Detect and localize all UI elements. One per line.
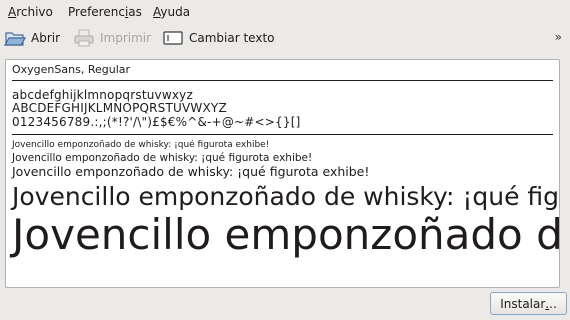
font-preview-panel[interactable]: OxygenSans, Regular abcdefghijklmnopqrst… bbox=[5, 59, 560, 288]
menu-archivo[interactable]: Archivo bbox=[8, 5, 53, 19]
toolbar: Abrir Imprimir Cambiar texto » bbox=[0, 24, 570, 52]
open-button[interactable]: Abrir bbox=[3, 26, 61, 50]
printer-icon bbox=[73, 28, 95, 48]
print-button-label: Imprimir bbox=[100, 31, 152, 45]
menu-archivo-label: rchivo bbox=[16, 5, 53, 19]
install-button-label-end: .. bbox=[549, 296, 557, 311]
text-field-icon bbox=[162, 28, 184, 48]
folder-open-icon bbox=[3, 28, 27, 48]
font-name: OxygenSans, Regular bbox=[12, 63, 131, 76]
divider-top bbox=[12, 80, 553, 81]
open-button-label: Abrir bbox=[31, 31, 61, 45]
menu-bar: Archivo Preferencias Ayuda bbox=[0, 0, 570, 24]
sample-text-size-1: Jovencillo emponzoñado de whisky: ¡qué f… bbox=[12, 140, 270, 150]
menu-preferencias[interactable]: Preferencias bbox=[68, 5, 142, 19]
change-text-button-label: Cambiar texto bbox=[189, 31, 275, 45]
menu-preferencias-label-end: as bbox=[128, 5, 142, 19]
charset-digits-symbols: 0123456789.:,;(*!?'/\")£$€%^&-+@~#<>{}[] bbox=[12, 115, 301, 129]
menu-ayuda-label: yuda bbox=[160, 5, 191, 19]
print-button[interactable]: Imprimir bbox=[73, 26, 151, 50]
sample-text-size-5: Jovencillo emponzoñado de whisky: ¡qué f… bbox=[12, 210, 559, 259]
sample-text-size-4: Jovencillo emponzoñado de whisky: ¡qué f… bbox=[12, 182, 560, 211]
menu-archivo-mnemonic: A bbox=[8, 5, 17, 19]
divider-bottom bbox=[12, 134, 553, 135]
sample-text-size-2: Jovencillo emponzoñado de whisky: ¡qué f… bbox=[12, 152, 313, 164]
charset-uppercase: ABCDEFGHIJKLMNOPQRSTUVWXYZ bbox=[12, 101, 227, 115]
toolbar-overflow-button[interactable]: » bbox=[555, 30, 562, 44]
sample-text-size-3: Jovencillo emponzoñado de whisky: ¡qué f… bbox=[12, 164, 370, 179]
install-button-label: Instalar bbox=[500, 296, 546, 311]
menu-ayuda[interactable]: Ayuda bbox=[153, 5, 190, 19]
install-button[interactable]: Instalar... bbox=[490, 292, 567, 315]
menu-preferencias-label: Preferenc bbox=[68, 5, 125, 19]
change-text-button[interactable]: Cambiar texto bbox=[162, 26, 275, 50]
